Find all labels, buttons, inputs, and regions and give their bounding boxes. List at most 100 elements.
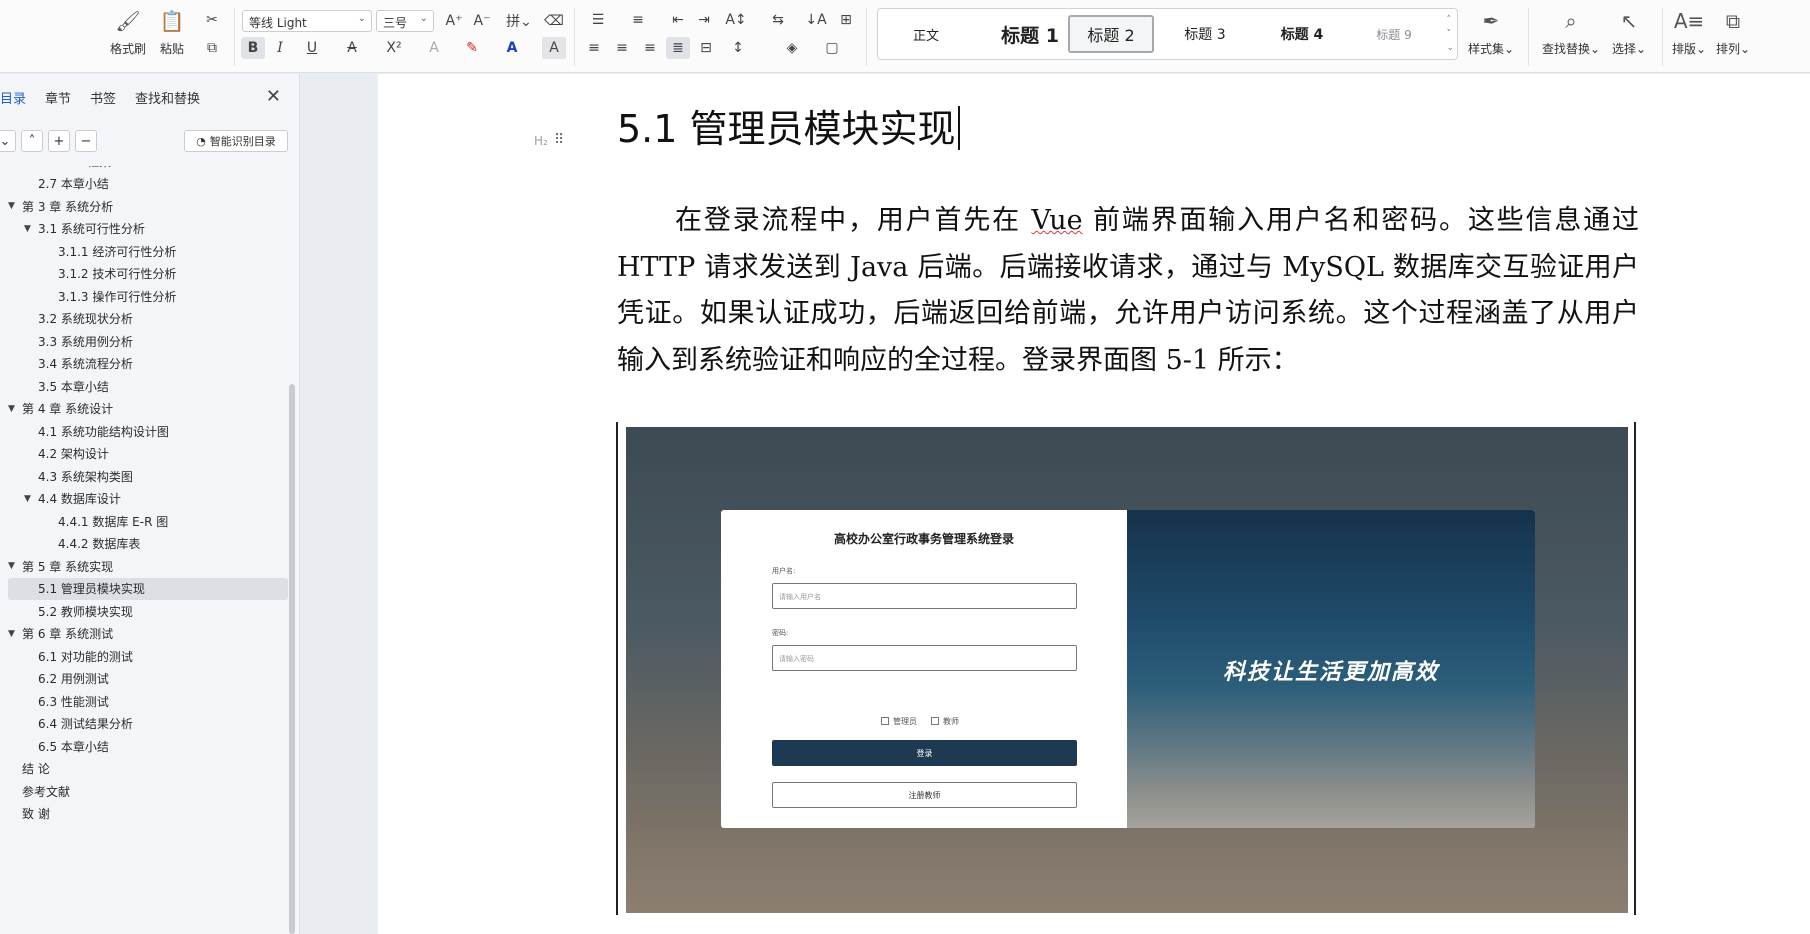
toc-item[interactable]: 3.4 系统流程分析 <box>8 353 288 375</box>
shrink-font-icon[interactable]: A⁻ <box>470 10 494 32</box>
login-screenshot: 高校办公室行政事务管理系统登录 用户名: 请输入用户名 密码: 请输入密码 管理… <box>626 427 1628 913</box>
toc-item[interactable]: 3.1.3 操作可行性分析 <box>8 285 288 307</box>
superscript-icon[interactable]: X² <box>382 37 406 59</box>
page-title[interactable]: 5.1 管理员模块实现 <box>617 98 960 153</box>
sort-icon[interactable]: ↓A <box>804 9 828 31</box>
toc-item[interactable]: 3.1.1 经济可行性分析 <box>8 240 288 262</box>
find-replace-button[interactable]: ⌕ 查找替换⌄ <box>1542 8 1600 57</box>
caret-down-icon[interactable]: ▼ <box>24 494 34 504</box>
toc-item[interactable]: 2.6 Vue 框架 <box>8 166 288 172</box>
align-center-icon[interactable]: ≡ <box>610 37 634 59</box>
tab-bookmarks[interactable]: 书签 <box>90 88 116 110</box>
toc-item[interactable]: ▼ 第 4 章 系统设计 <box>8 398 288 420</box>
toc-item[interactable]: ▼ 第 6 章 系统测试 <box>8 623 288 645</box>
chevron-up-icon[interactable]: ˄ <box>21 130 43 152</box>
toc-item[interactable]: 6.5 本章小结 <box>8 735 288 757</box>
line-spacing-icon[interactable]: ↕ <box>726 37 750 59</box>
caret-down-icon[interactable]: ▼ <box>8 561 18 571</box>
caret-down-icon[interactable]: ▼ <box>8 629 18 639</box>
decrease-indent-icon[interactable]: ⇤ <box>666 9 690 31</box>
style-heading-3[interactable]: 标题 3 <box>1162 15 1248 53</box>
char-shading-icon[interactable]: A <box>542 37 566 59</box>
borders-icon[interactable]: ▢ <box>820 37 844 59</box>
highlight-icon[interactable]: ✎ <box>460 37 484 59</box>
toc-item[interactable]: 6.4 测试结果分析 <box>8 713 288 735</box>
tab-find-replace[interactable]: 查找和替换 <box>135 88 200 110</box>
distributed-align-icon[interactable]: ⊟ <box>694 37 718 59</box>
toc-item[interactable]: ▼ 第 5 章 系统实现 <box>8 555 288 577</box>
text-direction-icon[interactable]: A↕ <box>724 9 748 31</box>
caret-down-icon[interactable]: ▼ <box>8 201 18 211</box>
toc-item[interactable]: 3.1.2 技术可行性分析 <box>8 263 288 285</box>
drag-handle-icon[interactable]: ⠿ <box>554 132 564 148</box>
paste-button[interactable]: 📋 粘贴 <box>158 8 186 57</box>
format-painter-button[interactable]: 🖌 格式刷 <box>110 8 146 57</box>
font-size-select[interactable]: 三号 ⌄ <box>376 10 434 32</box>
toc-item[interactable]: 3.2 系统现状分析 <box>8 308 288 330</box>
caret-down-icon[interactable]: ▼ <box>8 404 18 414</box>
toc-item[interactable]: 6.2 用例测试 <box>8 668 288 690</box>
style-heading-4[interactable]: 标题 4 <box>1256 15 1348 53</box>
italic-icon[interactable]: I <box>268 37 292 59</box>
justify-icon[interactable]: ≣ <box>666 37 690 59</box>
toc-item[interactable]: 4.4.2 数据库表 <box>8 533 288 555</box>
toc-item[interactable]: ▼ 4.4 数据库设计 <box>8 488 288 510</box>
caret-down-icon[interactable]: ▼ <box>24 224 34 234</box>
bold-icon[interactable]: B <box>241 37 265 59</box>
smart-toc-button[interactable]: ◔ 智能识别目录 <box>184 130 288 152</box>
shading-icon[interactable]: ◈ <box>780 37 804 59</box>
toc-item[interactable]: 致 谢 <box>8 803 288 825</box>
increase-indent-icon[interactable]: ⇥ <box>692 9 716 31</box>
toc-item[interactable]: 3.5 本章小结 <box>8 375 288 397</box>
toc-item[interactable]: 4.4.1 数据库 E-R 图 <box>8 510 288 532</box>
add-heading-icon[interactable]: + <box>48 130 70 152</box>
clear-format-icon[interactable]: ⌫ <box>542 10 566 32</box>
tab-chapters[interactable]: 章节 <box>45 88 71 110</box>
cut-icon[interactable]: ✂ <box>200 9 224 31</box>
select-button[interactable]: ↖ 选择⌄ <box>1612 8 1646 57</box>
chinese-layout-icon[interactable]: ⇆ <box>766 9 790 31</box>
numbered-list-icon[interactable]: ≡ <box>626 9 650 31</box>
toc-item[interactable]: 6.3 性能测试 <box>8 690 288 712</box>
toc-item[interactable]: ▼ 第 3 章 系统分析 <box>8 195 288 217</box>
toc-item[interactable]: 5.1 管理员模块实现 <box>8 577 288 600</box>
align-left-icon[interactable]: ≡ <box>582 37 606 59</box>
style-heading-2[interactable]: 标题 2 <box>1068 15 1154 53</box>
show-marks-icon[interactable]: ⊞ <box>834 9 858 31</box>
body-paragraph[interactable]: 在登录流程中，用户首先在 Vue 前端界面输入用户名和密码。这些信息通过 HTT… <box>617 198 1639 384</box>
font-name-select[interactable]: 等线 Light ⌄ <box>242 10 372 32</box>
login-figure[interactable]: 高校办公室行政事务管理系统登录 用户名: 请输入用户名 密码: 请输入密码 管理… <box>616 422 1636 915</box>
toc-item-label: 3.3 系统用例分析 <box>38 334 133 349</box>
toc-item[interactable]: 4.3 系统架构类图 <box>8 465 288 487</box>
toc-item[interactable]: 结 论 <box>8 758 288 780</box>
align-right-icon[interactable]: ≡ <box>638 37 662 59</box>
font-color-icon[interactable]: A <box>500 37 524 59</box>
toc-item[interactable]: 4.2 架构设计 <box>8 443 288 465</box>
toc-item[interactable]: 参考文献 <box>8 780 288 802</box>
style-set-button[interactable]: ✒ 样式集⌄ <box>1468 8 1514 57</box>
close-icon[interactable]: ✕ <box>266 86 281 107</box>
phonetic-guide-icon[interactable]: 拼⌄ <box>502 10 536 32</box>
toc-item[interactable]: 2.7 本章小结 <box>8 173 288 195</box>
toc-item[interactable]: 3.3 系统用例分析 <box>8 330 288 352</box>
remove-heading-icon[interactable]: − <box>75 130 97 152</box>
grow-font-icon[interactable]: A⁺ <box>442 10 466 32</box>
toc-item[interactable]: ▼ 3.1 系统可行性分析 <box>8 218 288 240</box>
toc-item[interactable]: 4.1 系统功能结构设计图 <box>8 420 288 442</box>
gallery-scroll-icon[interactable]: ˄ ˅ ⌄ <box>1446 13 1454 55</box>
collapse-down-icon[interactable]: ⌄ <box>0 130 16 152</box>
layout-button[interactable]: A≡ 排版⌄ <box>1672 8 1706 57</box>
nav-scrollbar[interactable] <box>289 384 295 934</box>
arrange-button[interactable]: ⧉ 排列⌄ <box>1716 8 1750 57</box>
copy-icon[interactable]: ⧉ <box>200 37 224 59</box>
text-effect-icon[interactable]: A <box>422 37 446 59</box>
tab-toc[interactable]: 目录 <box>0 88 26 110</box>
strikethrough-icon[interactable]: A <box>340 37 364 59</box>
style-heading-9[interactable]: 标题 9 <box>1352 15 1436 53</box>
underline-icon[interactable]: U <box>300 37 324 59</box>
search-icon: ⌕ <box>1565 9 1577 33</box>
toc-item[interactable]: 5.2 教师模块实现 <box>8 600 288 622</box>
style-normal[interactable]: 正文 <box>884 15 968 53</box>
bullet-list-icon[interactable]: ☰ <box>586 9 610 31</box>
toc-item[interactable]: 6.1 对功能的测试 <box>8 645 288 667</box>
